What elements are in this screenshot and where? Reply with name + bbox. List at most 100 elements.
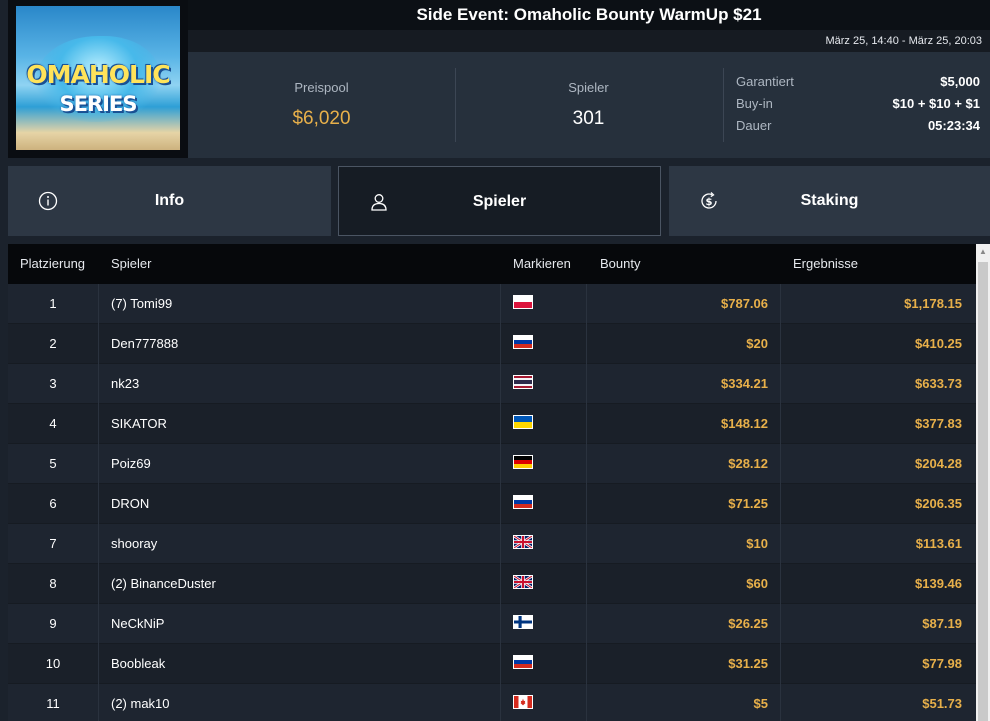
tab-staking-label: Staking bbox=[800, 192, 859, 209]
row-result: $1,178.15 bbox=[904, 296, 962, 311]
row-bounty: $71.25 bbox=[728, 496, 768, 511]
row-player-name[interactable]: nk23 bbox=[111, 364, 139, 404]
row-place: 6 bbox=[49, 496, 57, 511]
table-row[interactable]: 5 Poiz69 $28.12 $204.28 bbox=[8, 444, 976, 484]
table-scrollbar[interactable]: ▲ bbox=[976, 244, 990, 721]
country-flag-icon bbox=[513, 575, 533, 589]
country-flag-icon bbox=[513, 375, 533, 389]
table-row[interactable]: 8 (2) BinanceDuster $60 $139.46 bbox=[8, 564, 976, 604]
row-bounty: $787.06 bbox=[721, 296, 768, 311]
column-divider bbox=[98, 404, 99, 444]
row-bounty: $31.25 bbox=[728, 656, 768, 671]
prizepool-stat: Preispool $6,020 bbox=[188, 52, 455, 158]
col-header-player[interactable]: Spieler bbox=[111, 244, 151, 284]
table-row[interactable]: 3 nk23 $334.21 $633.73 bbox=[8, 364, 976, 404]
tab-staking[interactable]: $ Staking bbox=[669, 166, 990, 236]
duration-label: Dauer bbox=[736, 118, 772, 133]
stats-divider bbox=[723, 68, 724, 142]
table-row[interactable]: 6 DRON $71.25 $206.35 bbox=[8, 484, 976, 524]
column-divider bbox=[98, 684, 99, 721]
buyin-value: $10 + $10 + $1 bbox=[892, 96, 980, 111]
row-player-name[interactable]: DRON bbox=[111, 484, 149, 524]
prizepool-label: Preispool bbox=[294, 80, 349, 95]
row-player-name[interactable]: shooray bbox=[111, 524, 157, 564]
row-player-name[interactable]: Poiz69 bbox=[111, 444, 151, 484]
event-title: Side Event: Omaholic Bounty WarmUp $21 bbox=[188, 0, 990, 30]
row-result: $206.35 bbox=[915, 496, 962, 511]
column-divider bbox=[500, 444, 501, 484]
row-player-name[interactable]: Boobleak bbox=[111, 644, 165, 684]
row-player-name[interactable]: SIKATOR bbox=[111, 404, 167, 444]
players-label: Spieler bbox=[568, 80, 609, 95]
row-bounty: $28.12 bbox=[728, 456, 768, 471]
table-row[interactable]: 11 (2) mak10 $5 $51.73 bbox=[8, 684, 976, 721]
guaranteed-value: $5,000 bbox=[940, 74, 980, 89]
scrollbar-thumb[interactable] bbox=[978, 262, 988, 721]
duration-value: 05:23:34 bbox=[927, 118, 980, 133]
column-divider bbox=[98, 484, 99, 524]
col-header-flag[interactable]: Markieren bbox=[513, 244, 571, 284]
column-divider bbox=[586, 604, 587, 644]
row-player-name[interactable]: Den777888 bbox=[111, 324, 178, 364]
table-row[interactable]: 4 SIKATOR $148.12 $377.83 bbox=[8, 404, 976, 444]
column-divider bbox=[586, 644, 587, 684]
row-bounty: $5 bbox=[753, 696, 768, 711]
column-divider bbox=[586, 524, 587, 564]
column-divider bbox=[98, 524, 99, 564]
row-place: 1 bbox=[49, 296, 57, 311]
guaranteed-label: Garantiert bbox=[736, 74, 794, 89]
tab-players[interactable]: Spieler bbox=[338, 166, 661, 236]
row-place: 7 bbox=[49, 536, 57, 551]
row-player-name[interactable]: (7) Tomi99 bbox=[111, 284, 172, 324]
column-divider bbox=[586, 684, 587, 721]
row-bounty: $20 bbox=[746, 336, 768, 351]
col-header-bounty[interactable]: Bounty bbox=[600, 244, 640, 284]
column-divider bbox=[98, 324, 99, 364]
column-divider bbox=[500, 284, 501, 324]
column-divider bbox=[586, 404, 587, 444]
column-divider bbox=[98, 644, 99, 684]
row-place: 9 bbox=[49, 616, 57, 631]
row-player-name[interactable]: (2) BinanceDuster bbox=[111, 564, 216, 604]
table-row[interactable]: 2 Den777888 $20 $410.25 bbox=[8, 324, 976, 364]
event-details: Garantiert $5,000 Buy-in $10 + $10 + $1 … bbox=[736, 74, 980, 140]
row-result: $77.98 bbox=[922, 656, 962, 671]
row-player-name[interactable]: (2) mak10 bbox=[111, 684, 170, 721]
players-table: Platzierung Spieler Markieren Bounty Erg… bbox=[8, 244, 976, 721]
table-row[interactable]: 9 NeCkNiP $26.25 $87.19 bbox=[8, 604, 976, 644]
country-flag-icon bbox=[513, 455, 533, 469]
scroll-up-arrow-icon[interactable]: ▲ bbox=[976, 244, 990, 260]
col-header-results[interactable]: Ergebnisse bbox=[793, 244, 858, 284]
country-flag-icon bbox=[513, 335, 533, 349]
column-divider bbox=[586, 484, 587, 524]
country-flag-icon bbox=[513, 655, 533, 669]
row-result: $87.19 bbox=[922, 616, 962, 631]
row-result: $113.61 bbox=[915, 536, 962, 551]
event-date-range: März 25, 14:40 - März 25, 20:03 bbox=[188, 30, 990, 52]
buyin-row: Buy-in $10 + $10 + $1 bbox=[736, 96, 980, 118]
event-stats-panel: Preispool $6,020 Spieler 301 Garantiert … bbox=[188, 52, 990, 158]
column-divider bbox=[500, 404, 501, 444]
tab-info[interactable]: Info bbox=[8, 166, 331, 236]
country-flag-icon bbox=[513, 615, 533, 629]
col-header-place[interactable]: Platzierung bbox=[20, 244, 85, 284]
players-stat: Spieler 301 bbox=[455, 52, 722, 158]
country-flag-icon bbox=[513, 495, 533, 509]
row-bounty: $60 bbox=[746, 576, 768, 591]
row-bounty: $26.25 bbox=[728, 616, 768, 631]
column-divider bbox=[500, 324, 501, 364]
logo-word-series: SERIES bbox=[59, 92, 138, 116]
country-flag-icon bbox=[513, 415, 533, 429]
table-row[interactable]: 1 (7) Tomi99 $787.06 $1,178.15 bbox=[8, 284, 976, 324]
column-divider bbox=[586, 564, 587, 604]
prizepool-value: $6,020 bbox=[292, 108, 351, 129]
table-row[interactable]: 7 shooray $10 $113.61 bbox=[8, 524, 976, 564]
table-row[interactable]: 10 Boobleak $31.25 $77.98 bbox=[8, 644, 976, 684]
row-bounty: $148.12 bbox=[721, 416, 768, 431]
column-divider bbox=[500, 524, 501, 564]
row-place: 10 bbox=[45, 656, 61, 671]
event-logo-frame: OMAHOLIC SERIES bbox=[8, 0, 188, 158]
omaholic-series-logo: OMAHOLIC SERIES bbox=[16, 6, 180, 150]
column-divider bbox=[586, 324, 587, 364]
row-player-name[interactable]: NeCkNiP bbox=[111, 604, 164, 644]
